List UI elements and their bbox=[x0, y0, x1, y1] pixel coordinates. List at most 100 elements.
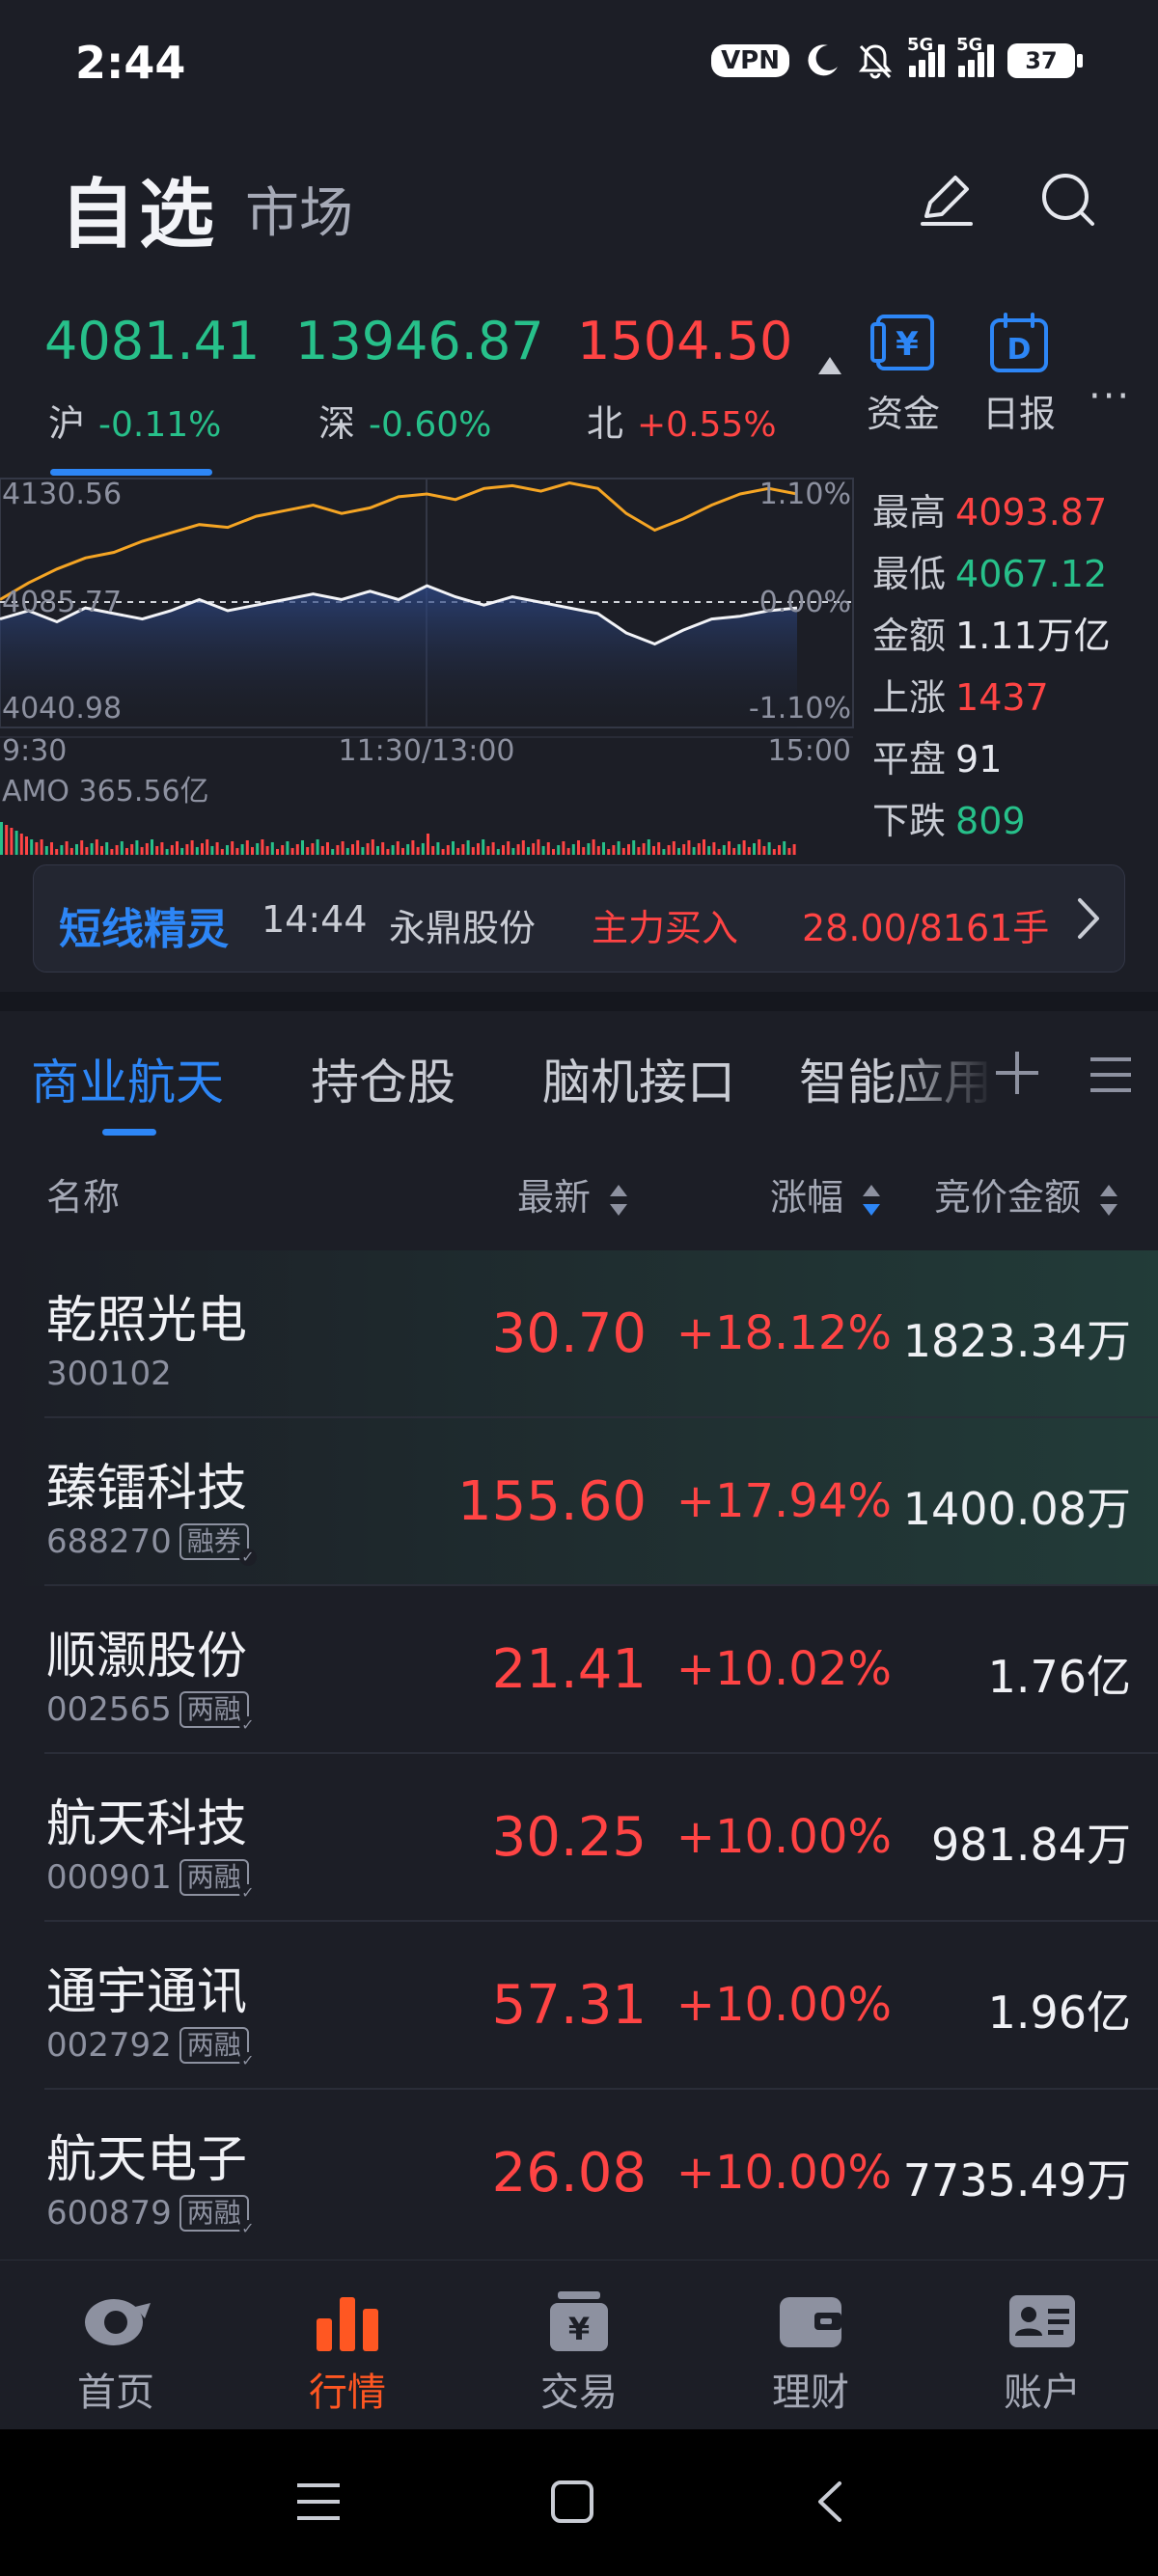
volume-bar bbox=[176, 841, 179, 855]
pct-mid-label: 0.00% bbox=[759, 586, 851, 619]
stock-name: 通宇通讯 bbox=[46, 1963, 248, 2021]
daily-report-button[interactable]: D 日报 bbox=[971, 311, 1067, 437]
recent-apps-icon[interactable] bbox=[290, 2478, 347, 2526]
volume-bar bbox=[637, 847, 641, 855]
nav-wealth[interactable]: 理财 bbox=[733, 2289, 888, 2417]
volume-bar bbox=[55, 849, 59, 855]
volume-bar bbox=[401, 848, 404, 855]
volume-bar bbox=[195, 847, 199, 855]
volume-bar bbox=[421, 843, 425, 855]
market-tab[interactable]: 市场 bbox=[245, 170, 353, 248]
ticker-time: 14:44 bbox=[262, 898, 368, 941]
volume-bar bbox=[105, 842, 109, 855]
stock-code: 000901 两融 bbox=[46, 1858, 257, 1902]
volume-bar bbox=[351, 844, 354, 855]
stock-price: 57.31 bbox=[491, 1974, 647, 2037]
volume-bar bbox=[130, 844, 134, 855]
volume-bar bbox=[566, 848, 570, 855]
stock-row[interactable]: 顺灏股份 002565两融 21.41 +10.02% 1.76亿 bbox=[0, 1586, 1158, 1754]
stock-price: 21.41 bbox=[491, 1638, 647, 1701]
volume-bar bbox=[652, 846, 655, 855]
volume-bar bbox=[391, 845, 395, 855]
volume-bar bbox=[301, 840, 304, 855]
more-dots-icon[interactable]: ··· bbox=[1089, 374, 1131, 419]
volume-bar bbox=[65, 841, 69, 855]
volume-bar bbox=[557, 845, 561, 855]
volume-bar bbox=[381, 842, 385, 855]
stock-change: +10.00% bbox=[676, 1978, 892, 2032]
home-square-icon[interactable] bbox=[548, 2478, 596, 2526]
volume-bar bbox=[582, 847, 586, 855]
index-label: 北 +0.55% bbox=[587, 402, 777, 445]
volume-bar bbox=[667, 845, 671, 855]
nav-trade[interactable]: ¥ 交易 bbox=[502, 2289, 656, 2417]
nav-home[interactable]: 首页 bbox=[39, 2289, 193, 2417]
tab-holdings[interactable]: 持仓股 bbox=[311, 1044, 455, 1113]
volume-bar bbox=[311, 843, 315, 855]
stock-code: 600879 两融 bbox=[46, 2194, 257, 2237]
volume-bar bbox=[587, 843, 591, 855]
stock-row[interactable]: 乾照光电 300102 30.70 +18.12% 1823.34万 bbox=[0, 1250, 1158, 1418]
stock-code: 002792 两融 bbox=[46, 2026, 257, 2069]
fund-button[interactable]: ¥ 资金 bbox=[855, 311, 951, 437]
volume-bar bbox=[577, 840, 580, 855]
volume-bar bbox=[331, 849, 335, 855]
volume-bar bbox=[120, 841, 124, 855]
volume-bars bbox=[0, 822, 796, 855]
index-selected-indicator bbox=[50, 469, 212, 476]
menu-icon[interactable] bbox=[1087, 1054, 1135, 1096]
stock-row[interactable]: 臻镭科技 688270融券 155.60 +17.94% 1400.08万 bbox=[0, 1418, 1158, 1586]
volume-bar bbox=[612, 845, 616, 855]
stat-low: 最低 4067.12 bbox=[872, 553, 1108, 595]
stock-auction-amount: 1823.34万 bbox=[902, 1315, 1131, 1367]
stock-row[interactable]: 航天电子 600879两融 26.08 +10.00% 7735.49万 bbox=[0, 2090, 1158, 2258]
volume-bar bbox=[416, 847, 420, 855]
nav-market[interactable]: 行情 bbox=[270, 2289, 425, 2417]
index-value: 1504.50 bbox=[577, 311, 793, 371]
short-term-signal-bar[interactable]: 短线精灵 14:44 永鼎股份 主力买入 28.00/8161手 bbox=[33, 864, 1125, 973]
tab-brain-computer[interactable]: 脑机接口 bbox=[542, 1044, 735, 1113]
sort-icon bbox=[610, 1184, 628, 1216]
col-header-auction[interactable]: 竞价金额 bbox=[934, 1167, 1119, 1221]
volume-bar bbox=[256, 843, 260, 855]
volume-bar bbox=[477, 843, 480, 855]
stock-price: 26.08 bbox=[491, 2142, 647, 2205]
page-title[interactable]: 自选 bbox=[60, 154, 218, 262]
nav-account[interactable]: 账户 bbox=[965, 2289, 1119, 2417]
sort-icon bbox=[1100, 1184, 1118, 1216]
tab-commercial-aerospace[interactable]: 商业航天 bbox=[31, 1044, 224, 1113]
volume-bar bbox=[10, 828, 14, 855]
ticker-signal: 主力买入 bbox=[592, 907, 739, 949]
stock-row[interactable]: 航天科技 000901两融 30.25 +10.00% 981.84万 bbox=[0, 1754, 1158, 1922]
tab-fade-overlay bbox=[888, 1032, 994, 1119]
section-divider bbox=[0, 992, 1158, 1011]
volume-bar bbox=[220, 849, 224, 855]
volume-bar bbox=[657, 842, 661, 855]
volume-bar bbox=[265, 846, 269, 855]
volume-bar bbox=[14, 831, 18, 855]
volume-bar bbox=[40, 839, 43, 855]
intraday-chart[interactable]: 4130.56 4085.77 4040.98 1.10% 0.00% -1.1… bbox=[0, 477, 855, 855]
volume-bar bbox=[19, 834, 23, 855]
stock-name: 航天电子 bbox=[46, 2131, 248, 2189]
collapse-triangle-icon[interactable] bbox=[818, 357, 841, 374]
col-header-change[interactable]: 涨幅 bbox=[770, 1167, 882, 1221]
svg-text:¥: ¥ bbox=[896, 325, 919, 364]
stock-row[interactable]: 通宇通讯 002792两融 57.31 +10.00% 1.96亿 bbox=[0, 1922, 1158, 2090]
volume-bar bbox=[276, 849, 279, 855]
back-chevron-icon[interactable] bbox=[811, 2478, 849, 2526]
col-header-latest[interactable]: 最新 bbox=[517, 1167, 629, 1221]
add-tab-plus-icon[interactable] bbox=[988, 1044, 1046, 1102]
search-icon[interactable] bbox=[1033, 164, 1104, 235]
volume-bar bbox=[742, 840, 746, 855]
volume-bar bbox=[25, 836, 28, 855]
volume-bar bbox=[261, 839, 264, 855]
stock-change: +18.12% bbox=[676, 1306, 892, 1360]
volume-bar bbox=[783, 841, 786, 855]
edit-pencil-icon[interactable] bbox=[911, 164, 982, 235]
volume-bar bbox=[456, 848, 460, 855]
stock-name: 航天科技 bbox=[46, 1795, 248, 1853]
volume-bar bbox=[201, 843, 204, 855]
volume-bar bbox=[44, 846, 48, 855]
volume-bar bbox=[571, 844, 575, 855]
